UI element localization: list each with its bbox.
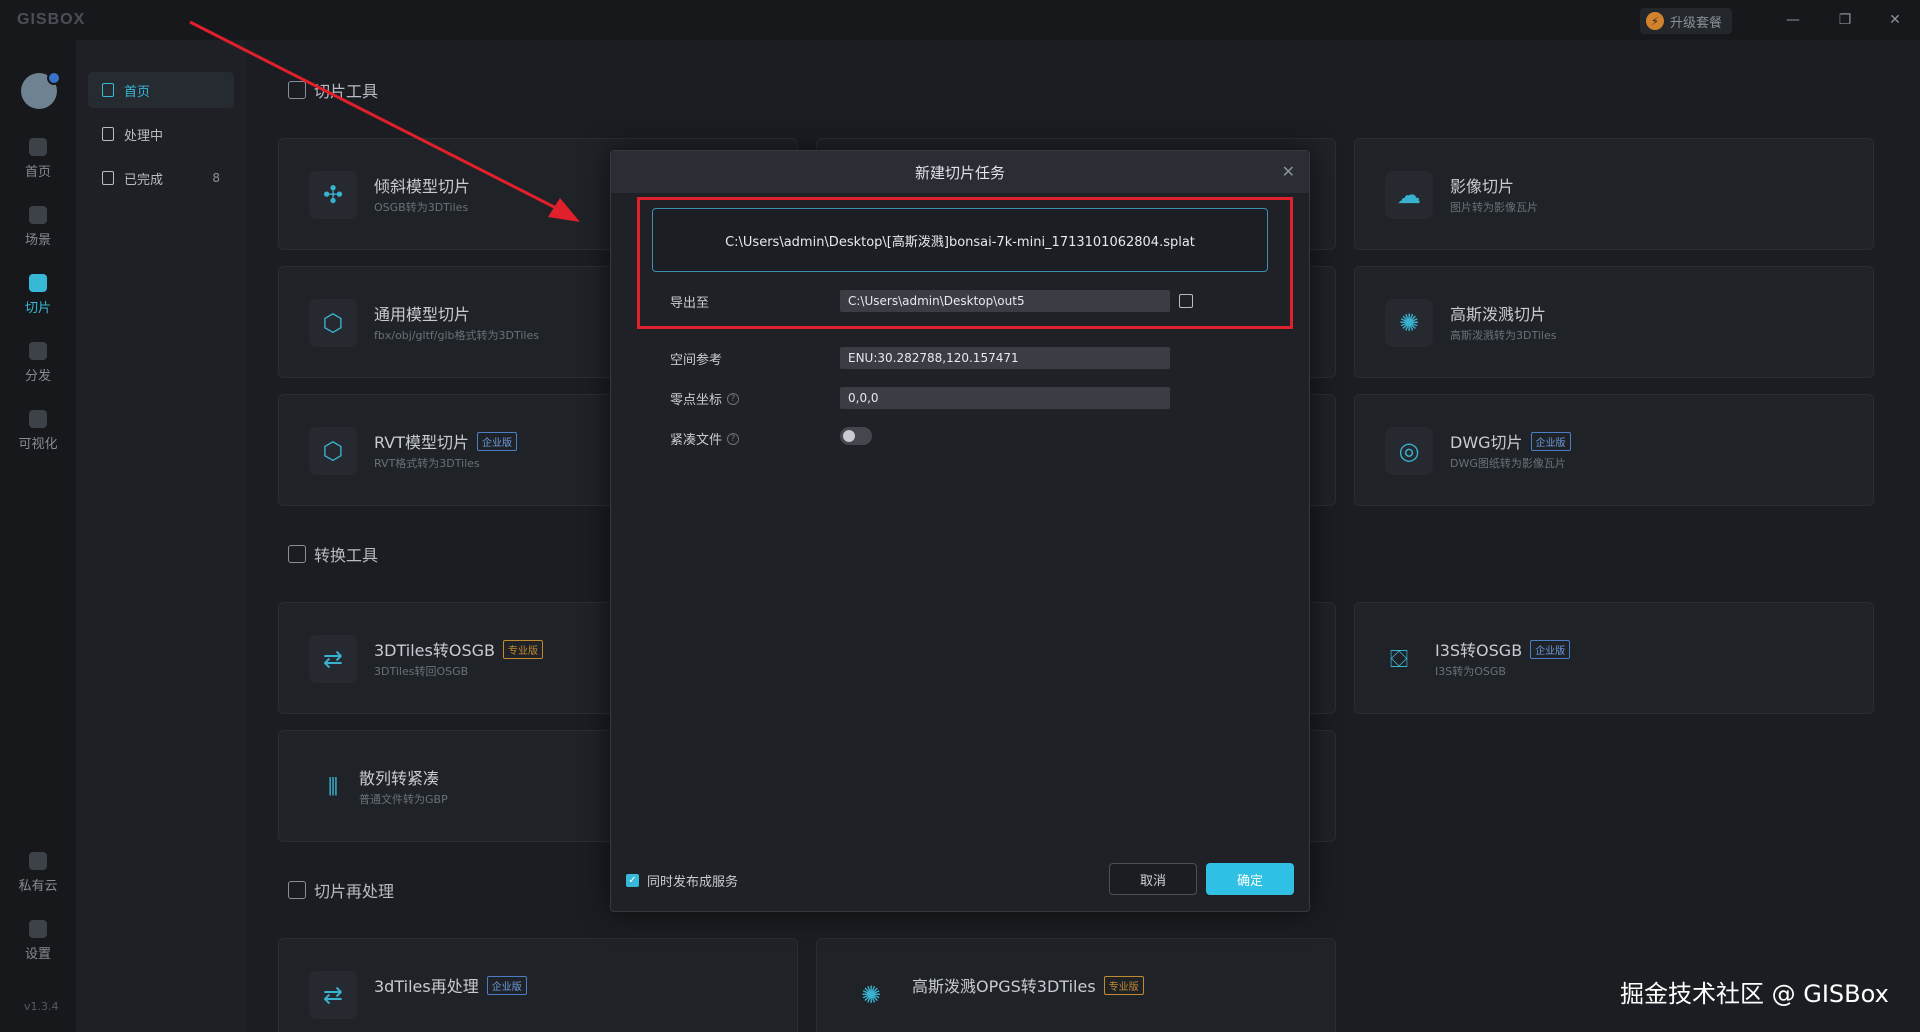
origin-label-text: 零点坐标 [670, 393, 723, 408]
spatial-ref-label: 空间参考 [670, 353, 723, 368]
arrow-shaft [189, 20, 561, 212]
folder-icon[interactable] [1179, 294, 1193, 308]
compact-label-text: 紧凑文件 [670, 433, 723, 448]
spatial-ref-input[interactable]: ENU:30.282788,120.157471 [840, 347, 1170, 369]
arrow-head [548, 198, 580, 222]
ok-button[interactable]: 确定 [1206, 863, 1294, 895]
export-label: 导出至 [670, 296, 710, 311]
watermark: 掘金技术社区 @ GISBox [1620, 980, 1889, 1008]
origin-label: 零点坐标? [670, 389, 740, 408]
compact-label: 紧凑文件? [670, 429, 740, 448]
dialog-title: 新建切片任务 [914, 163, 1005, 182]
close-icon[interactable]: ✕ [1282, 162, 1295, 181]
source-file-box[interactable]: C:\Users\admin\Desktop\[高斯泼溅]bonsai-7k-m… [652, 208, 1268, 272]
cancel-button[interactable]: 取消 [1109, 863, 1197, 895]
dialog-header: 新建切片任务 ✕ [611, 151, 1309, 193]
origin-input[interactable]: 0,0,0 [840, 387, 1170, 409]
new-slice-task-dialog: 新建切片任务 ✕ C:\Users\admin\Desktop\[高斯泼溅]bo… [610, 150, 1310, 912]
compact-toggle[interactable] [840, 427, 872, 445]
publish-service-row[interactable]: ✓ 同时发布成服务 [626, 871, 738, 890]
help-icon[interactable]: ? [727, 432, 740, 445]
toggle-knob [843, 430, 855, 442]
publish-label: 同时发布成服务 [647, 875, 739, 890]
export-path-input[interactable]: C:\Users\admin\Desktop\out5 [840, 290, 1170, 312]
publish-checkbox[interactable]: ✓ [626, 874, 639, 887]
help-icon[interactable]: ? [727, 392, 740, 405]
